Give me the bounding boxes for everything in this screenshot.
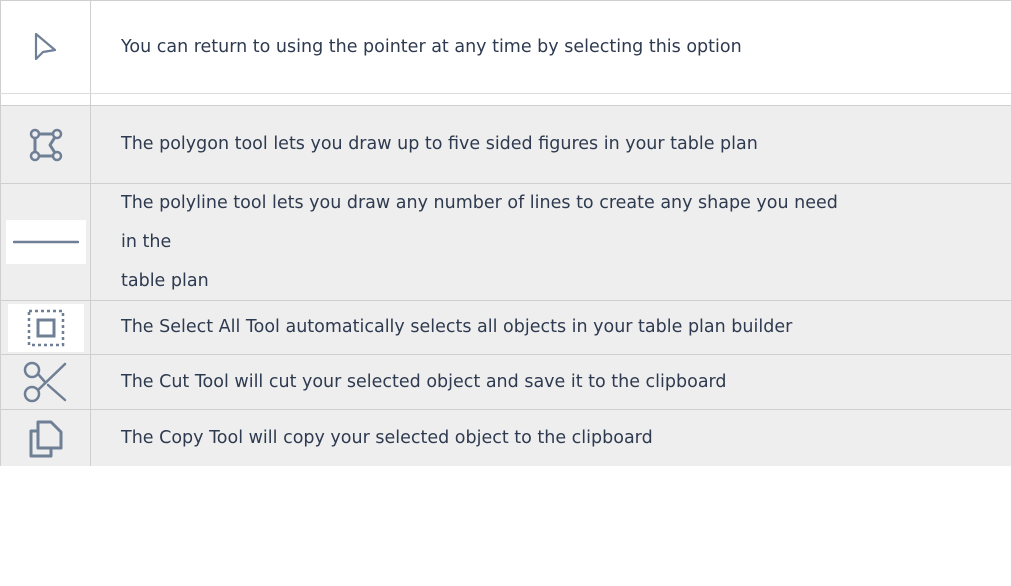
tool-description: You can return to using the pointer at a… xyxy=(91,1,1011,93)
copy-icon[interactable] xyxy=(28,418,64,458)
table-row-copy: The Copy Tool will copy your selected ob… xyxy=(0,410,1011,466)
tool-description: The polyline tool lets you draw any numb… xyxy=(91,184,1011,300)
copy-description: The Copy Tool will copy your selected ob… xyxy=(121,427,653,448)
select-all-description: The Select All Tool automatically select… xyxy=(121,317,793,337)
icon-cell xyxy=(0,184,91,300)
table-row-polyline: The polyline tool lets you draw any numb… xyxy=(0,184,1011,301)
icon-cell xyxy=(0,301,91,354)
polyline-icon[interactable] xyxy=(5,220,86,264)
table-row-polygon: The polygon tool lets you draw up to fiv… xyxy=(0,106,1011,184)
tool-description: The Copy Tool will copy your selected ob… xyxy=(91,410,1011,466)
table-row-cut: The Cut Tool will cut your selected obje… xyxy=(0,355,1011,410)
select-all-icon[interactable] xyxy=(7,303,84,352)
tool-description: The polygon tool lets you draw up to fiv… xyxy=(91,106,1011,183)
polyline-description-line-2: in the xyxy=(121,231,172,252)
polyline-description-line-3: table plan xyxy=(121,270,209,291)
icon-cell xyxy=(0,106,91,183)
icon-cell xyxy=(0,94,91,105)
table-row-pointer: You can return to using the pointer at a… xyxy=(0,1,1011,93)
pointer-icon[interactable] xyxy=(33,32,59,62)
icon-cell xyxy=(0,410,91,466)
scissors-icon[interactable] xyxy=(23,360,69,404)
tool-description: The Cut Tool will cut your selected obje… xyxy=(91,355,1011,409)
empty-cell xyxy=(91,94,1011,105)
icon-cell xyxy=(0,355,91,409)
table-row-select-all: The Select All Tool automatically select… xyxy=(0,301,1011,355)
tools-table: You can return to using the pointer at a… xyxy=(0,0,1011,466)
polyline-description-line-1: The polyline tool lets you draw any numb… xyxy=(121,192,838,213)
tool-description: The Select All Tool automatically select… xyxy=(91,301,1011,354)
icon-cell xyxy=(0,1,91,93)
polygon-icon[interactable] xyxy=(28,128,64,162)
cut-description: The Cut Tool will cut your selected obje… xyxy=(121,371,727,392)
polygon-description: The polygon tool lets you draw up to fiv… xyxy=(121,134,758,154)
table-row-spacer xyxy=(0,93,1011,106)
pointer-description: You can return to using the pointer at a… xyxy=(121,36,742,57)
